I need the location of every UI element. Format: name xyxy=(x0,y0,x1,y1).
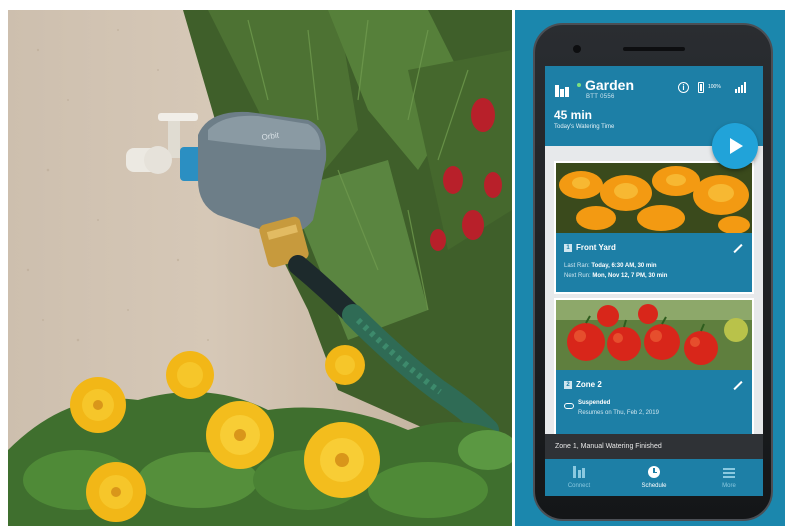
zone-number-badge: 1 xyxy=(564,244,572,252)
battery-percent: 100% xyxy=(708,84,721,90)
battery-icon xyxy=(698,82,704,93)
watering-time-label: Today's Watering Time xyxy=(554,124,615,130)
zone-name: Zone 2 xyxy=(576,380,602,389)
play-button[interactable] xyxy=(712,123,758,169)
connected-dot-icon xyxy=(577,83,581,87)
zone-status: Suspended xyxy=(578,400,611,406)
zone-number-badge: 2 xyxy=(564,381,572,389)
nav-more[interactable]: More xyxy=(699,459,759,496)
zone-photo-tomatoes xyxy=(556,300,752,370)
smartphone: Garden BTT 0556 i 100% 45 min Today's Wa… xyxy=(533,23,773,521)
nav-more-label: More xyxy=(722,483,736,489)
menu-icon xyxy=(723,466,735,478)
zone-name: Front Yard xyxy=(576,243,616,252)
zone-status-detail: Resumes on Thu, Feb 2, 2019 xyxy=(578,410,659,416)
last-run-value: Today, 6:30 AM, 30 min xyxy=(591,263,657,269)
bottom-nav: Connect Schedule More xyxy=(545,459,763,496)
clock-icon xyxy=(648,466,660,478)
cloud-icon xyxy=(564,403,574,409)
product-photo: Orbit xyxy=(8,10,512,526)
phone-panel: Garden BTT 0556 i 100% 45 min Today's Wa… xyxy=(515,10,785,526)
app-screen: Garden BTT 0556 i 100% 45 min Today's Wa… xyxy=(545,66,763,496)
next-run-row: Next Run: Mon, Nov 12, 7 PM, 30 min xyxy=(564,273,667,279)
nav-schedule[interactable]: Schedule xyxy=(624,459,684,496)
zone-info: 1 Front Yard Last Ran: Today, 6:30 AM, 3… xyxy=(556,233,752,292)
hose-timer: Orbit xyxy=(180,111,327,268)
device-id: BTT 0556 xyxy=(586,94,615,100)
connect-icon xyxy=(573,466,585,478)
speaker-grille xyxy=(623,47,685,51)
watering-time: 45 min xyxy=(554,108,593,122)
nav-schedule-label: Schedule xyxy=(641,483,667,489)
last-run-row: Last Ran: Today, 6:30 AM, 30 min xyxy=(564,263,657,269)
zone-card-zone-2[interactable]: 2 Zone 2 Suspended Resumes on Thu, Feb 2… xyxy=(554,298,754,436)
nav-connect[interactable]: Connect xyxy=(549,459,609,496)
zone-card-front-yard[interactable]: 1 Front Yard Last Ran: Today, 6:30 AM, 3… xyxy=(554,161,754,294)
info-icon[interactable]: i xyxy=(678,82,689,93)
next-run-label: Next Run: xyxy=(564,273,591,279)
nav-connect-label: Connect xyxy=(567,483,591,489)
status-toast: Zone 1, Manual Watering Finished xyxy=(545,434,763,459)
zone-photo-flowers xyxy=(556,163,752,233)
garden-scene-illustration: Orbit xyxy=(8,10,512,526)
garden-title: Garden xyxy=(585,77,635,93)
next-run-value: Mon, Nov 12, 7 PM, 30 min xyxy=(592,273,668,279)
last-run-label: Last Ran: xyxy=(564,263,590,269)
app-logo-icon xyxy=(555,85,569,97)
zone-info: 2 Zone 2 Suspended Resumes on Thu, Feb 2… xyxy=(556,370,752,434)
edit-pencil-icon[interactable] xyxy=(733,243,744,254)
edit-pencil-icon[interactable] xyxy=(733,380,744,391)
camera-icon xyxy=(573,45,581,53)
play-icon xyxy=(730,138,743,154)
signal-icon xyxy=(735,82,747,93)
